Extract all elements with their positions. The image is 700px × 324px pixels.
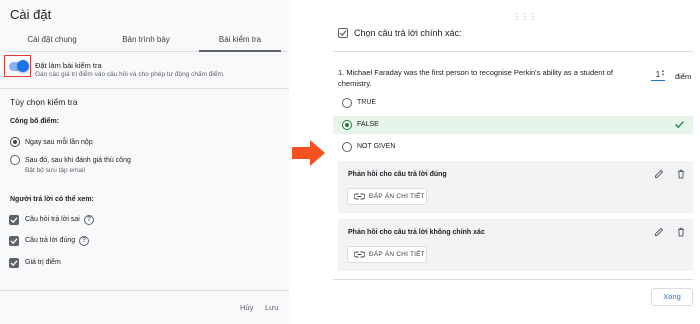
settings-panel: Cài đặt Cài đặt chung Bản trình bày Bài … bbox=[0, 0, 289, 324]
toggle-knob bbox=[17, 60, 29, 72]
check-icon bbox=[10, 238, 18, 245]
quiz-toggle-description: Gán các giá trị điểm vào câu hỏi và cho … bbox=[35, 71, 225, 78]
settings-title: Cài đặt bbox=[10, 7, 52, 22]
check-icon bbox=[10, 260, 18, 267]
divider bbox=[0, 88, 289, 89]
feedback-detail-button[interactable]: ĐÁP ÁN CHI TIẾT bbox=[347, 246, 427, 263]
correct-answers-label: Câu trả lời đúng bbox=[25, 237, 76, 244]
help-icon[interactable]: ? bbox=[79, 236, 89, 246]
answer-radio[interactable] bbox=[342, 120, 352, 130]
divider bbox=[0, 290, 289, 291]
delete-icon[interactable] bbox=[676, 169, 686, 179]
feedback-correct-title: Phản hồi cho câu trả lời đúng bbox=[348, 171, 447, 178]
release-immediately-radio[interactable] bbox=[10, 137, 20, 147]
release-later-sublabel: Bật bộ sưu tập email bbox=[25, 167, 85, 174]
answer-option[interactable]: NOT GIVEN bbox=[333, 138, 693, 156]
feedback-incorrect-title: Phản hồi cho câu trả lời không chính xác bbox=[348, 229, 485, 236]
answer-radio[interactable] bbox=[342, 142, 352, 152]
edit-icon[interactable] bbox=[654, 169, 664, 179]
answer-key-header: Chọn câu trả lời chính xác: bbox=[354, 28, 462, 38]
quiz-toggle-label: Đặt làm bài kiểm tra bbox=[35, 61, 102, 70]
missed-questions-label: Câu hỏi trả lời sai bbox=[25, 216, 80, 223]
tab-quizzes[interactable]: Bài kiểm tra bbox=[193, 32, 287, 52]
check-icon bbox=[10, 217, 18, 224]
tab-presentation[interactable]: Bản trình bày bbox=[99, 32, 193, 51]
link-icon bbox=[354, 193, 365, 200]
settings-tabs: Cài đặt chung Bản trình bày Bài kiểm tra bbox=[5, 32, 287, 52]
check-icon bbox=[339, 30, 347, 37]
quiz-toggle-switch[interactable] bbox=[9, 60, 29, 72]
answer-radio[interactable] bbox=[342, 98, 352, 108]
answer-label: NOT GIVEN bbox=[357, 143, 396, 150]
link-icon bbox=[354, 251, 365, 258]
question-text: 1. Michael Faraday was the first person … bbox=[338, 68, 613, 88]
feedback-incorrect-card: Phản hồi cho câu trả lời không chính xác… bbox=[338, 219, 693, 271]
release-later-radio[interactable] bbox=[10, 155, 20, 165]
feedback-detail-label: ĐÁP ÁN CHI TIẾT bbox=[369, 193, 425, 200]
point-values-checkbox[interactable] bbox=[9, 258, 19, 268]
answer-key-panel: ⋮⋮⋮ Chọn câu trả lời chính xác: 1. Micha… bbox=[333, 0, 700, 324]
feedback-detail-label: ĐÁP ÁN CHI TIẾT bbox=[369, 251, 425, 258]
save-button[interactable]: Lưu bbox=[265, 303, 278, 312]
points-label: điểm bbox=[675, 72, 692, 81]
correct-check-icon bbox=[675, 121, 684, 129]
feedback-detail-button[interactable]: ĐÁP ÁN CHI TIẾT bbox=[347, 188, 427, 205]
missed-questions-checkbox[interactable] bbox=[9, 215, 19, 225]
point-values-label: Giá trị điểm bbox=[25, 259, 61, 266]
answer-key-checkbox-icon bbox=[338, 28, 348, 38]
correct-answers-checkbox[interactable] bbox=[9, 236, 19, 246]
respondent-can-see-title: Người trả lời có thể xem: bbox=[10, 196, 94, 203]
feedback-correct-card: Phản hồi cho câu trả lời đúng ĐÁP ÁN CHI… bbox=[338, 161, 693, 213]
release-immediately-label: Ngay sau mỗi lần nộp bbox=[25, 139, 93, 146]
right-arrow-icon bbox=[292, 140, 325, 166]
answer-label: FALSE bbox=[357, 121, 379, 128]
cancel-button[interactable]: Hủy bbox=[240, 303, 253, 312]
release-grade-title: Công bố điểm: bbox=[10, 118, 59, 125]
done-button[interactable]: Xong bbox=[651, 288, 693, 306]
quiz-toggle-highlight bbox=[4, 55, 31, 77]
drag-handle-icon[interactable]: ⋮⋮⋮ bbox=[513, 13, 537, 21]
answer-option-correct[interactable]: FALSE bbox=[333, 116, 693, 134]
divider bbox=[333, 51, 693, 52]
divider bbox=[333, 279, 693, 280]
answer-option[interactable]: TRUE bbox=[333, 94, 693, 112]
help-icon[interactable]: ? bbox=[84, 215, 94, 225]
tab-general[interactable]: Cài đặt chung bbox=[5, 32, 99, 51]
release-later-label: Sau đó, sau khi đánh giá thủ công bbox=[25, 157, 131, 164]
answer-label: TRUE bbox=[357, 99, 377, 106]
edit-icon[interactable] bbox=[654, 227, 664, 237]
points-spinner-icon[interactable]: ▲ ▼ bbox=[661, 69, 665, 77]
quiz-options-title: Tùy chọn kiểm tra bbox=[10, 97, 78, 107]
delete-icon[interactable] bbox=[676, 227, 686, 237]
